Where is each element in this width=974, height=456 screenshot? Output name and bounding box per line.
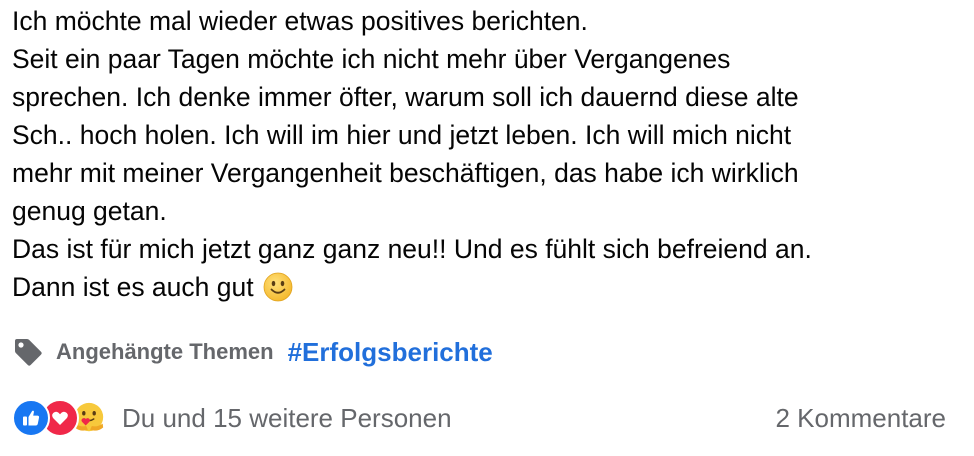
reactions-count-text: Du und 15 weitere Personen	[122, 402, 452, 433]
post-text-line: Dann ist es auch gut	[12, 272, 254, 302]
like-icon	[12, 399, 50, 437]
post-text-line: genug getan.	[12, 196, 167, 226]
post-text-line: Das ist für mich jetzt ganz ganz neu!! U…	[12, 234, 812, 264]
post-text-line: Seit ein paar Tagen möchte ich nicht meh…	[12, 44, 731, 74]
hashtag-link[interactable]: #Erfolgsberichte	[288, 337, 493, 368]
reactions-summary[interactable]: Du und 15 weitere Personen	[12, 399, 452, 437]
post-footer: Du und 15 weitere Personen 2 Kommentare	[12, 398, 946, 438]
attached-topics: Angehängte Themen #Erfolgsberichte	[12, 333, 493, 371]
post-text-line: sprechen. Ich denke immer öfter, warum s…	[12, 82, 799, 112]
slightly-smiling-face-icon	[263, 272, 292, 302]
attached-topics-label: Angehängte Themen	[56, 339, 274, 364]
post-text-last-line: Dann ist es auch gut	[12, 268, 962, 306]
post-text-line: Sch.. hoch holen. Ich will im hier und j…	[12, 120, 792, 150]
tag-icon	[15, 339, 42, 366]
reaction-icons	[12, 399, 108, 437]
comments-count-link[interactable]: 2 Kommentare	[775, 403, 946, 434]
post-body: Ich möchte mal wieder etwas positives be…	[12, 2, 962, 306]
post-text-line: Ich möchte mal wieder etwas positives be…	[12, 6, 588, 36]
post-text-line: mehr mit meiner Vergangenheit beschäftig…	[12, 158, 799, 188]
